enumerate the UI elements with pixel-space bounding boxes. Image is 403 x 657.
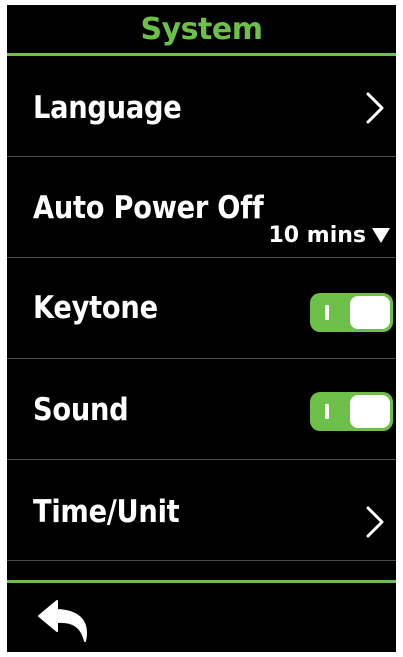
menu-item-label: Auto Power Off	[33, 190, 264, 226]
menu-item-language[interactable]: Language	[7, 56, 396, 157]
menu-item-time-unit[interactable]: Time/Unit	[7, 460, 396, 561]
system-screen: System Language Auto Power Off 10 mins K…	[7, 5, 396, 652]
toggle-on-indicator	[325, 305, 329, 320]
toggle-knob	[350, 395, 390, 428]
toggle-on-indicator	[325, 404, 329, 419]
keytone-toggle[interactable]	[310, 293, 393, 332]
menu-item-sound: Sound	[7, 359, 396, 460]
chevron-right-icon	[366, 92, 384, 124]
divider	[7, 560, 396, 561]
page-title: System	[140, 12, 263, 47]
back-arrow-icon[interactable]	[35, 597, 95, 643]
menu-item-auto-power-off[interactable]: Auto Power Off 10 mins	[7, 157, 396, 258]
toggle-knob	[350, 296, 390, 329]
sound-toggle[interactable]	[310, 392, 393, 431]
auto-power-off-dropdown[interactable]: 10 mins	[268, 223, 390, 248]
menu-item-label: Time/Unit	[33, 494, 180, 530]
menu-item-label: Sound	[33, 392, 129, 428]
chevron-right-icon	[366, 506, 384, 538]
footer-divider	[7, 580, 396, 583]
triangle-down-icon	[372, 228, 390, 243]
menu-item-keytone: Keytone	[7, 258, 396, 359]
menu-item-label: Language	[33, 90, 182, 126]
menu-item-label: Keytone	[33, 290, 158, 326]
dropdown-value: 10 mins	[268, 223, 367, 248]
